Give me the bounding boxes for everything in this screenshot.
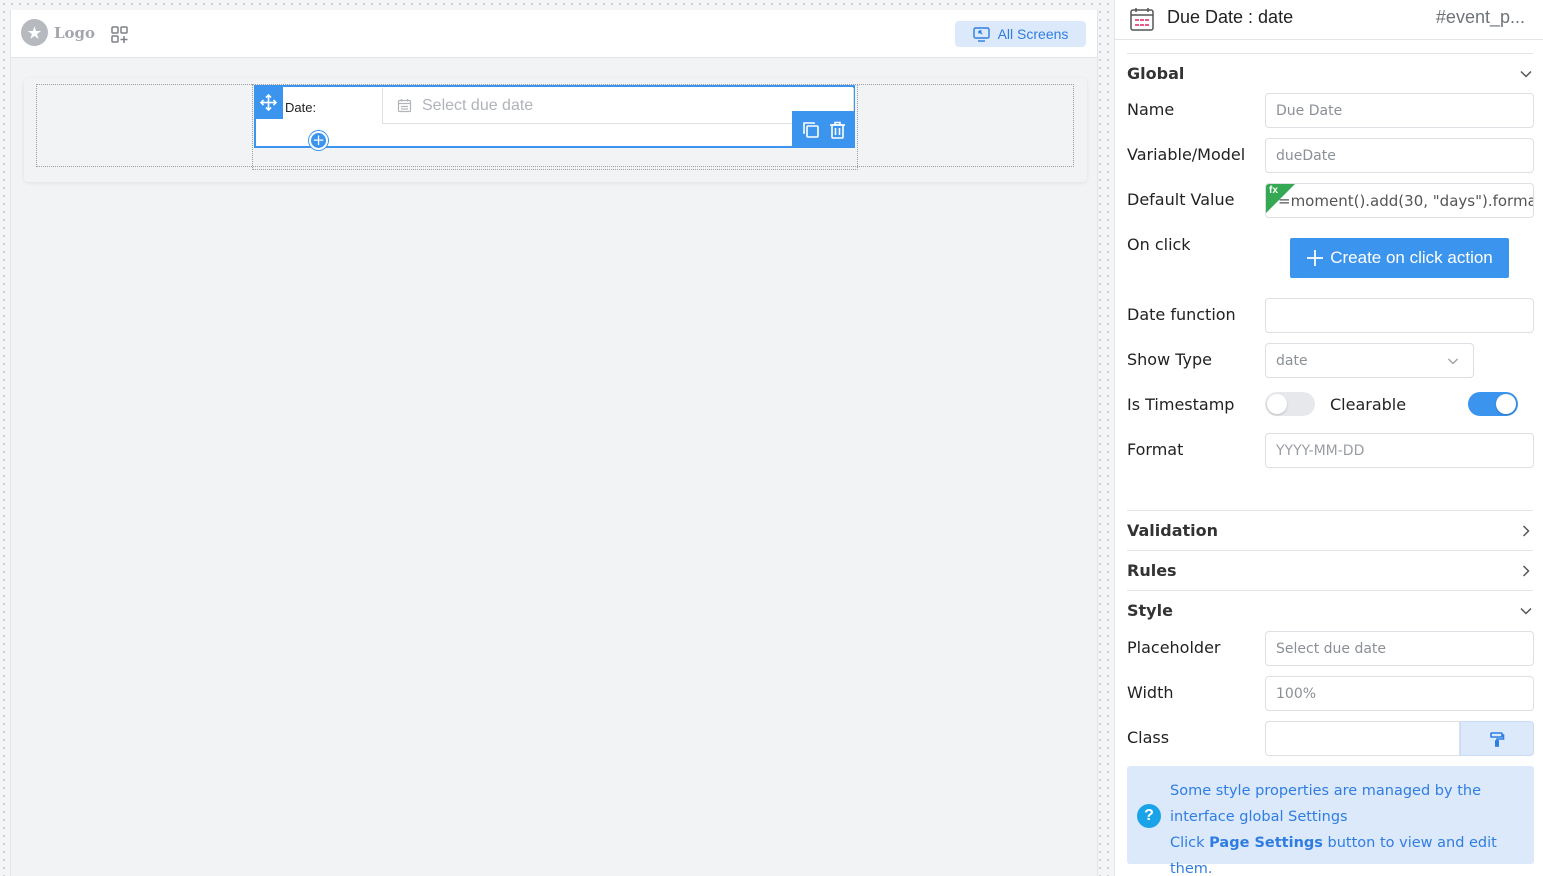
clearable-label: Clearable (1330, 395, 1407, 414)
help-icon: ? (1137, 804, 1161, 828)
info-line-2: interface global Settings (1170, 809, 1348, 825)
fx-badge-text: fx (1269, 185, 1278, 196)
class-style-button[interactable] (1460, 721, 1534, 756)
placeholder-label: Placeholder (1127, 638, 1221, 657)
date-picker-placeholder: Select due date (422, 96, 534, 114)
clearable-toggle[interactable] (1468, 392, 1518, 416)
trash-icon[interactable] (829, 121, 846, 139)
chevron-down-icon (1520, 70, 1532, 78)
width-label: Width (1127, 683, 1174, 702)
name-input[interactable]: Due Date (1265, 93, 1534, 128)
chevron-right-icon (1522, 564, 1530, 577)
all-screens-button[interactable]: All Screens (955, 21, 1086, 47)
page-settings-link[interactable]: Page Settings (1209, 835, 1323, 851)
apps-add-icon[interactable] (110, 25, 130, 45)
field-actions (792, 111, 855, 148)
info-line-3: Click Page Settings button to view and e… (1170, 835, 1497, 876)
onclick-label: On click (1127, 235, 1191, 254)
calendar-icon (1130, 8, 1154, 31)
section-global-title: Global (1127, 64, 1185, 83)
name-label: Name (1127, 100, 1175, 119)
info-line-1: Some style properties are managed by the (1170, 783, 1481, 799)
section-validation[interactable]: Validation (1127, 510, 1533, 550)
format-label: Format (1127, 440, 1184, 459)
date-field-selected[interactable]: Date: Select due date (254, 85, 855, 148)
section-rules[interactable]: Rules (1127, 550, 1533, 590)
section-rules-title: Rules (1127, 561, 1177, 580)
calendar-icon (397, 99, 412, 113)
properties-panel: Due Date : date #event_p... Global Name … (1114, 0, 1543, 876)
class-label: Class (1127, 728, 1170, 747)
star-icon: ★ (21, 19, 48, 46)
info-notice: ? Some style properties are managed by t… (1127, 766, 1534, 876)
section-style[interactable]: Style (1127, 590, 1533, 630)
show-type-value: date (1276, 352, 1308, 369)
timestamp-label: Is Timestamp (1127, 395, 1235, 414)
panel-header: Due Date : date #event_p... (1115, 0, 1543, 40)
variable-label: Variable/Model (1127, 145, 1246, 164)
default-value-label: Default Value (1127, 190, 1235, 209)
logo: ★ Logo (21, 19, 95, 46)
plus-icon (1307, 250, 1324, 266)
date-function-input[interactable] (1265, 298, 1534, 333)
show-type-label: Show Type (1127, 350, 1213, 369)
format-input[interactable]: YYYY-MM-DD (1265, 433, 1534, 468)
placeholder-input[interactable]: Select due date (1265, 631, 1534, 666)
show-type-select[interactable]: date (1265, 343, 1474, 378)
component-id: #event_p... (1435, 7, 1525, 27)
chevron-right-icon (1522, 524, 1530, 537)
logo-text: Logo (54, 23, 96, 42)
date-picker-input[interactable]: Select due date (382, 88, 854, 124)
screen-icon (972, 26, 990, 42)
all-screens-label: All Screens (997, 26, 1069, 42)
section-validation-title: Validation (1127, 521, 1219, 540)
page-container: Date: Select due date + (24, 78, 1087, 182)
copy-icon[interactable] (802, 121, 820, 139)
panel-title: Due Date : date (1167, 7, 1294, 27)
move-icon[interactable] (254, 85, 283, 119)
canvas-topbar: ★ Logo All Screens (11, 10, 1097, 58)
date-function-label: Date function (1127, 305, 1236, 324)
chevron-down-icon (1520, 607, 1532, 615)
chevron-down-icon (1448, 358, 1458, 364)
date-field-label: Date: (285, 100, 317, 115)
info-text: Some style properties are managed by the… (1170, 778, 1530, 876)
width-input[interactable]: 100% (1265, 676, 1534, 711)
add-component-button[interactable]: + (309, 131, 328, 150)
section-global[interactable]: Global (1127, 53, 1533, 93)
class-input[interactable] (1265, 721, 1460, 756)
create-onclick-label: Create on click action (1330, 248, 1493, 267)
create-onclick-button[interactable]: Create on click action (1290, 238, 1509, 278)
section-style-title: Style (1127, 601, 1173, 620)
default-value-text: =moment().add(30, "days").format(" (1278, 191, 1534, 210)
variable-input[interactable]: dueDate (1265, 138, 1534, 173)
paint-roller-icon (1490, 731, 1505, 747)
timestamp-toggle[interactable] (1265, 392, 1315, 416)
default-value-input[interactable]: fx =moment().add(30, "days").format(" (1265, 183, 1534, 218)
editor-canvas: ★ Logo All Screens Date: Select due date… (10, 10, 1098, 876)
